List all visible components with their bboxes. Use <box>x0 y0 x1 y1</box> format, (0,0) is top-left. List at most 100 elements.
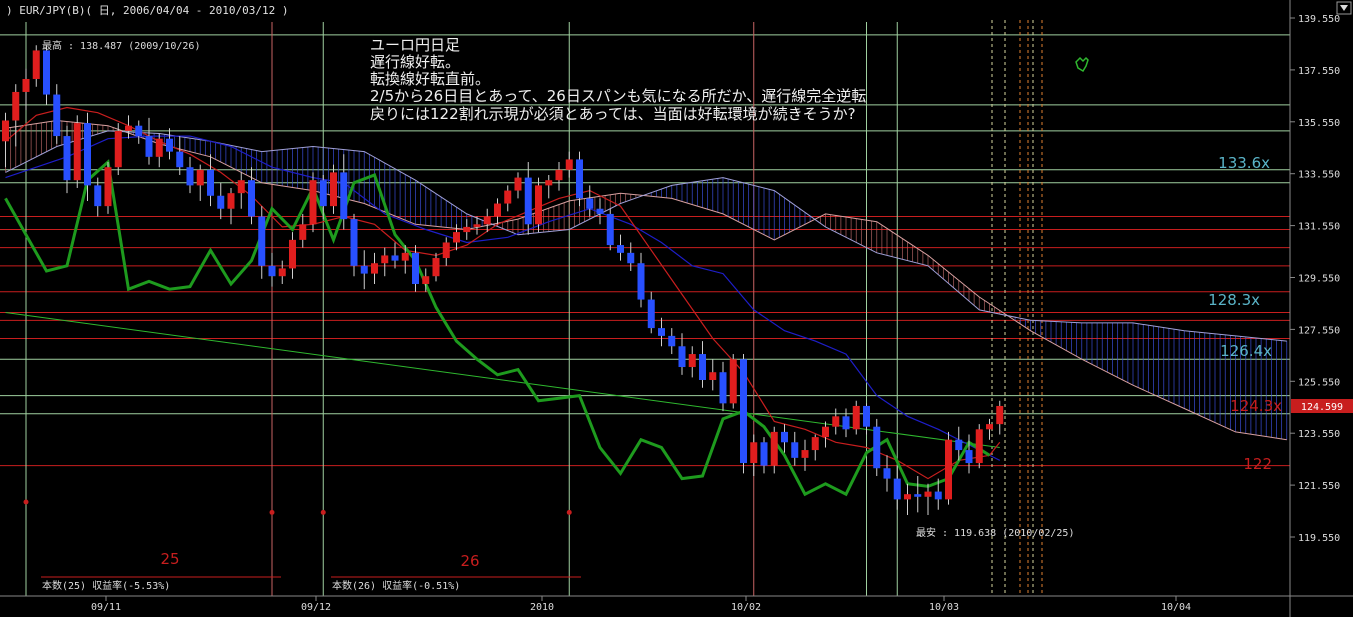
candle-body <box>186 167 194 186</box>
candle-body <box>422 276 430 284</box>
candle-body <box>729 359 737 404</box>
candle-body <box>371 263 378 274</box>
x-tick-label: 09/12 <box>301 602 331 613</box>
candle-body <box>709 372 717 381</box>
marker-dot-2 <box>320 509 326 515</box>
candle-body <box>545 180 553 186</box>
candle-body <box>934 491 942 500</box>
candle-body <box>145 136 153 157</box>
candle-body <box>381 255 389 264</box>
candle-body <box>514 177 522 191</box>
candle-body <box>637 263 645 300</box>
candle-95 <box>975 424 983 469</box>
low-label: 最安 : 119.638 (2010/02/25) <box>916 526 1074 539</box>
candle-body <box>524 177 532 225</box>
level-label-128: 128.3x <box>1208 291 1260 309</box>
candle-body <box>975 429 983 464</box>
candle-body <box>412 252 419 284</box>
candle-body <box>299 224 307 240</box>
candle-body <box>576 159 583 199</box>
candle-85 <box>873 418 881 477</box>
level-label-124: 124.3x <box>1230 397 1282 415</box>
candle-body <box>22 78 30 92</box>
candle-body <box>73 123 81 181</box>
cycle-note-26: 本数(26) 収益率(-0.51%) <box>332 579 460 592</box>
candle-body <box>319 180 327 207</box>
cycle-note-25: 本数(25) 収益率(-5.53%) <box>42 579 170 592</box>
candle-body <box>873 426 881 469</box>
candle-body <box>114 130 122 168</box>
dropdown-triangle-icon[interactable] <box>1336 1 1352 15</box>
annotation-line-3: 転換線好転直前。 <box>370 70 490 88</box>
y-tick-label: 131.550 <box>1298 222 1340 233</box>
candle-body <box>43 50 50 95</box>
candle-7 <box>73 115 81 188</box>
y-tick-label: 123.550 <box>1298 429 1340 440</box>
candle-body <box>832 416 840 427</box>
candle-body <box>155 138 163 157</box>
candle-body <box>401 252 409 261</box>
candle-body <box>391 255 399 261</box>
candle-body <box>986 424 993 430</box>
candle-body <box>94 185 102 207</box>
candle-body <box>135 125 143 137</box>
x-tick-label: 10/02 <box>731 602 761 613</box>
y-tick-label: 129.550 <box>1298 274 1340 285</box>
candle-10 <box>104 162 112 214</box>
cycle-label-26: 26 <box>460 552 479 570</box>
candle-body <box>914 494 922 497</box>
candle-body <box>617 245 624 253</box>
candle-body <box>822 426 829 438</box>
candle-body <box>442 242 450 259</box>
candle-body <box>207 169 214 196</box>
candle-body <box>996 405 1004 425</box>
cycle-label-25: 25 <box>160 550 179 568</box>
high-label: 最高 : 138.487 (2009/10/26) <box>42 39 200 52</box>
marker-dot-1 <box>269 509 275 515</box>
candle-body <box>268 265 276 277</box>
candle-59 <box>606 208 614 251</box>
candle-body <box>432 258 440 277</box>
candle-body <box>740 359 747 464</box>
ichimoku-chart[interactable]: 139.550 137.550 135.550 133.550 131.550 129.5… <box>0 0 1353 617</box>
level-label-133: 133.6x <box>1218 154 1270 172</box>
candle-body <box>658 328 665 336</box>
y-tick-label: 127.550 <box>1298 325 1340 336</box>
candle-body <box>668 335 676 347</box>
candle-body <box>750 442 758 464</box>
candle-body <box>955 439 963 451</box>
candle-body <box>196 169 204 186</box>
candle-52 <box>535 177 542 233</box>
candle-body <box>699 354 706 381</box>
level-label-126: 126.4x <box>1220 342 1272 360</box>
candle-body <box>647 299 655 329</box>
candle-body <box>893 478 901 500</box>
candle-body <box>53 94 61 137</box>
candle-body <box>340 172 348 220</box>
candle-body <box>453 232 460 243</box>
candle-body <box>760 442 768 466</box>
candle-body <box>811 437 819 451</box>
candle-71 <box>729 354 737 409</box>
candle-56 <box>576 151 583 207</box>
candle-body <box>688 354 696 368</box>
candle-body <box>483 216 491 225</box>
candle-body <box>258 216 266 266</box>
candle-body <box>555 169 563 181</box>
candle-body <box>227 193 235 209</box>
x-tick-label: 10/03 <box>929 602 959 613</box>
candle-body <box>32 50 40 79</box>
candle-body <box>504 190 512 204</box>
candle-body <box>104 167 112 207</box>
candle-body <box>565 159 573 170</box>
current-price: 124.599 <box>1301 402 1343 413</box>
candle-body <box>217 195 225 209</box>
annotation-line-4: 2/5から26日目とあって、26日スパンも気になる所だか、遅行線完全逆転 <box>370 87 866 105</box>
candle-body <box>350 219 358 266</box>
y-tick-label: 133.550 <box>1298 170 1340 181</box>
candle-body <box>924 491 932 497</box>
candle-body <box>463 226 471 233</box>
x-tick-label: 10/04 <box>1161 602 1191 613</box>
candle-body <box>166 138 173 152</box>
candle-body <box>535 185 542 225</box>
